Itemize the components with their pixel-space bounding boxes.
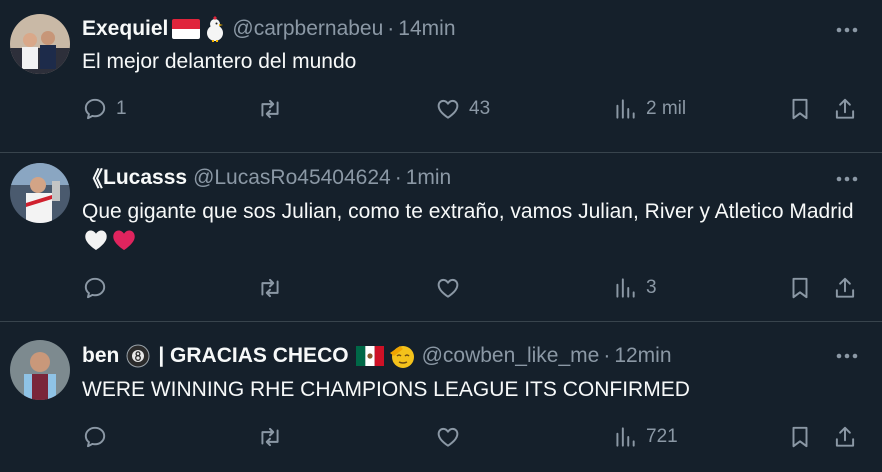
heart-icon (437, 427, 459, 447)
reply-button[interactable]: 1 (82, 94, 127, 124)
separator-dot: · (387, 17, 395, 40)
bookmark-icon (792, 277, 808, 299)
tweet-2[interactable]: 《 Lucasss @LucasRo45404624 · 1min Que gi… (0, 153, 882, 321)
tweet-header: ben | GRACIAS CHECO @cowben_like_me · 12… (82, 340, 672, 372)
bookmark-button[interactable] (787, 422, 813, 452)
share-button[interactable] (832, 422, 858, 452)
more-options-button[interactable] (834, 17, 860, 43)
red-heart-icon (113, 230, 135, 250)
more-icon (836, 27, 858, 33)
views-chart-icon (616, 427, 635, 447)
share-button[interactable] (832, 273, 858, 303)
action-bar: 3 (82, 273, 872, 303)
8-ball-icon (126, 344, 150, 368)
more-options-button[interactable] (834, 166, 860, 192)
tweet-text-content: Que gigante que sos Julian, como te extr… (82, 200, 854, 223)
bookmark-icon (792, 426, 808, 448)
tweet-text-content: El mejor delantero del mundo (82, 50, 357, 73)
heart-icon (437, 99, 459, 119)
chicken-icon (204, 16, 226, 42)
share-icon (835, 277, 855, 298)
tweet-3[interactable]: ben | GRACIAS CHECO @cowben_like_me · 12… (0, 322, 882, 472)
display-name[interactable]: Lucasss (103, 166, 187, 190)
heart-icon (437, 278, 459, 298)
tweet-text-content: WERE WINNING RHE CHAMPIONS LEAGUE ITS CO… (82, 378, 690, 401)
retweet-icon (261, 99, 279, 119)
more-icon (836, 353, 858, 359)
view-count: 721 (646, 426, 678, 447)
flag-monaco-icon (172, 19, 201, 39)
like-button[interactable] (435, 273, 461, 303)
views-button[interactable]: 3 (612, 273, 657, 303)
more-icon (836, 176, 858, 182)
retweet-button[interactable] (257, 422, 283, 452)
share-icon (835, 98, 855, 119)
display-name[interactable]: Exequiel (82, 17, 168, 41)
retweet-icon (261, 278, 279, 298)
views-button[interactable]: 721 (612, 422, 678, 452)
timestamp[interactable]: 1min (406, 166, 452, 190)
like-button[interactable]: 43 (435, 94, 490, 124)
retweet-button[interactable] (257, 273, 283, 303)
view-count: 3 (646, 277, 657, 298)
tweet-header: 《 Lucasss @LucasRo45404624 · 1min (82, 162, 451, 194)
bookmark-icon (792, 98, 808, 120)
avatar[interactable] (10, 14, 70, 74)
user-handle[interactable]: @carpbernabeu (232, 17, 383, 41)
tweet-text: WERE WINNING RHE CHAMPIONS LEAGUE ITS CO… (82, 375, 862, 405)
reply-button[interactable] (82, 273, 108, 303)
tweet-header: Exequiel @carpbernabeu · 14min (82, 13, 456, 45)
views-chart-icon (616, 278, 635, 298)
avatar[interactable] (10, 163, 70, 223)
reply-icon (84, 426, 106, 448)
share-icon (835, 426, 855, 447)
more-options-button[interactable] (834, 343, 860, 369)
saluting-face-icon (388, 343, 416, 369)
display-name-prefix[interactable]: 《 (82, 163, 103, 193)
tweet-text: Que gigante que sos Julian, como te extr… (82, 197, 872, 257)
timestamp[interactable]: 14min (398, 17, 455, 41)
tweet-1[interactable]: Exequiel @carpbernabeu · 14min El mejor … (0, 0, 882, 152)
retweet-icon (261, 427, 279, 447)
separator-dot: · (394, 166, 402, 189)
tweet-text: El mejor delantero del mundo (82, 47, 862, 77)
bookmark-button[interactable] (787, 273, 813, 303)
action-bar: 1 43 2 mil (82, 94, 872, 124)
like-count: 43 (469, 98, 491, 119)
view-count: 2 mil (646, 98, 687, 119)
like-button[interactable] (435, 422, 461, 452)
display-name-suffix[interactable]: | GRACIAS CHECO (158, 344, 348, 368)
flag-mexico-icon (355, 346, 384, 366)
action-bar: 721 (82, 422, 872, 452)
user-handle[interactable]: @cowben_like_me (422, 344, 600, 368)
timestamp[interactable]: 12min (614, 344, 671, 368)
separator-dot: · (603, 344, 611, 367)
views-button[interactable]: 2 mil (612, 94, 686, 124)
user-handle[interactable]: @LucasRo45404624 (193, 166, 391, 190)
display-name[interactable]: ben (82, 344, 119, 368)
bookmark-button[interactable] (787, 94, 813, 124)
reply-button[interactable] (82, 422, 108, 452)
retweet-button[interactable] (257, 94, 283, 124)
avatar[interactable] (10, 340, 70, 400)
reply-icon (84, 98, 106, 120)
white-heart-icon (85, 230, 107, 250)
views-chart-icon (616, 99, 635, 119)
reply-icon (84, 277, 106, 299)
reply-count: 1 (116, 98, 127, 119)
share-button[interactable] (832, 94, 858, 124)
